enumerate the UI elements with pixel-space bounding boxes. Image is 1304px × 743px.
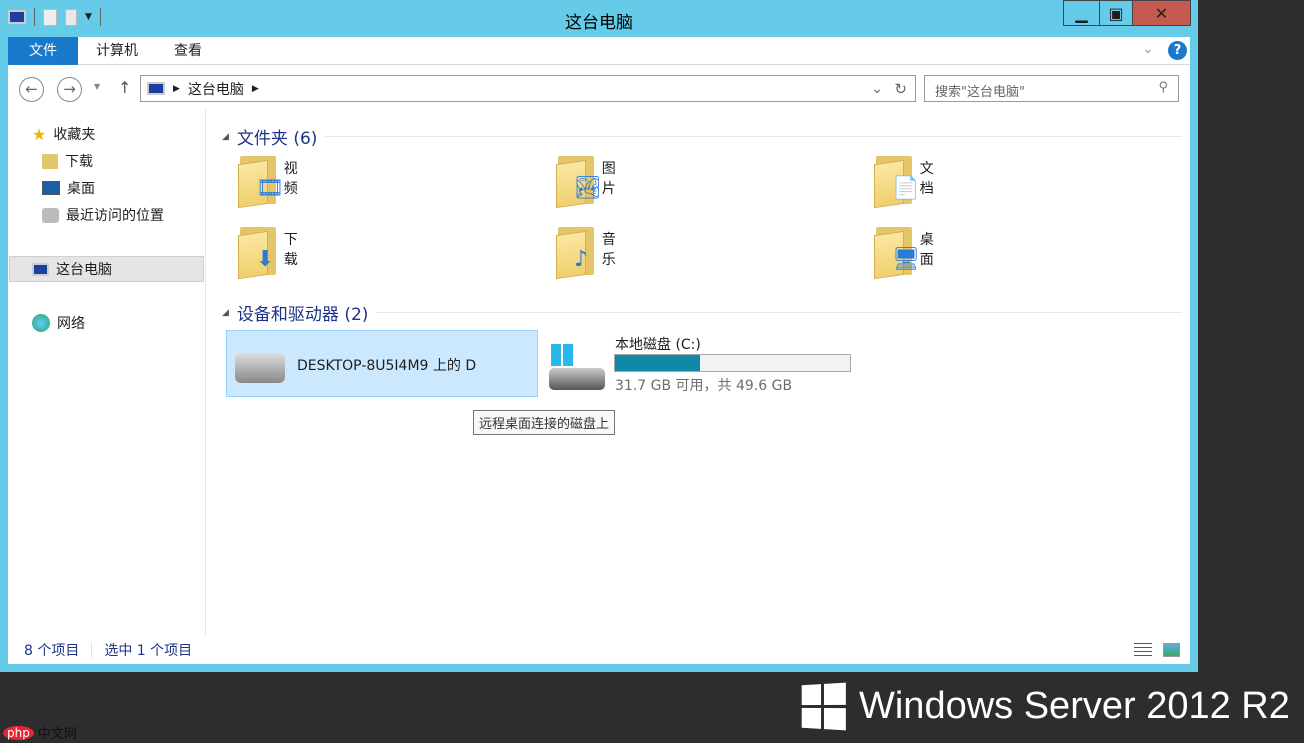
folder-label: 视频 [283, 161, 298, 197]
folder-label: 文档 [919, 161, 934, 197]
item-count: 8 个项目 [24, 643, 80, 659]
disk-usage-fill [615, 355, 700, 371]
folder-label: 下载 [283, 232, 298, 268]
folder-label: 音乐 [601, 232, 616, 268]
folder-film[interactable]: 🎞 视频 [238, 150, 306, 209]
search-input[interactable]: 搜索"这台电脑" ⚲ [924, 75, 1179, 102]
disk-usage-bar [614, 354, 851, 372]
star-icon: ★ [32, 124, 47, 144]
tab-file[interactable]: 文件 [8, 36, 78, 65]
forward-button[interactable]: → [57, 77, 82, 102]
network-icon [32, 314, 50, 332]
film-icon: 🎞 [256, 176, 284, 201]
large-icons-view-icon[interactable] [1163, 643, 1180, 657]
folder-icon: 🏞 [556, 150, 602, 209]
tooltip: 远程桌面连接的磁盘上 [473, 410, 616, 435]
nav-downloads[interactable]: 下载 [42, 149, 93, 173]
remote-drive-d[interactable]: DESKTOP-8U5I4M9 上的 D [226, 330, 538, 397]
down-arrow-icon: ⬇ [256, 247, 275, 272]
folder-picture[interactable]: 🏞 图片 [556, 150, 624, 209]
explorer-window: ▼ 这台电脑 ▁ ▣ ✕ 文件 计算机 查看 ⌄ ? ← → ▼ ↑ ▶ 这台电… [0, 0, 1198, 672]
refresh-icon[interactable]: ↻ [894, 80, 907, 98]
nav-network[interactable]: 网络 [32, 311, 85, 335]
folder-icon: ⬇ [238, 221, 276, 280]
nav-favorites[interactable]: ★ 收藏夹 [32, 122, 95, 146]
status-bar: 8 个项目 选中 1 个项目 [8, 636, 1190, 664]
folders-group-header[interactable]: ◢ 文件夹 (6) [222, 124, 1182, 149]
desktop-icon [42, 181, 60, 195]
nav-label: 这台电脑 [56, 262, 112, 278]
window-title: 这台电脑 [565, 13, 633, 33]
selected-count: 选中 1 个项目 [104, 643, 193, 659]
windows-server-branding: Windows Server 2012 R2 [800, 682, 1290, 731]
disk-free-text: 31.7 GB 可用，共 49.6 GB [615, 378, 793, 394]
recent-places-icon [42, 207, 59, 223]
folder-label: 桌面 [919, 232, 934, 268]
minimize-button[interactable]: ▁ [1063, 0, 1100, 26]
watermark: php 中文网 [3, 723, 77, 742]
folder-icon: 🖥 [874, 221, 920, 280]
folder-desktop[interactable]: 🖥 桌面 [874, 221, 942, 280]
details-view-icon[interactable] [1134, 642, 1152, 658]
ribbon-tabs: 文件 计算机 查看 ⌄ ? [8, 36, 1190, 65]
picture-icon: 🏞 [574, 176, 602, 201]
music-note-icon: ♪ [574, 247, 589, 272]
search-placeholder: 搜索"这台电脑" [935, 85, 1025, 100]
nav-label: 下载 [65, 154, 93, 170]
navigation-pane: ★ 收藏夹 下载 桌面 最近访问的位置 这台电脑 网络 [8, 109, 206, 636]
remote-drive-label: DESKTOP-8U5I4M9 上的 D [297, 358, 477, 374]
brand-text: Windows Server 2012 R2 [859, 685, 1290, 727]
folder-document[interactable]: 📄 文档 [874, 150, 942, 209]
close-button[interactable]: ✕ [1132, 0, 1191, 26]
group-title: 文件夹 (6) [236, 129, 318, 149]
address-path[interactable]: 这台电脑 [188, 79, 244, 99]
computer-icon [32, 262, 49, 276]
folder-label: 图片 [601, 161, 616, 197]
group-title: 设备和驱动器 (2) [236, 305, 369, 325]
address-bar[interactable]: ▶ 这台电脑 ▶ ⌄ ↻ [140, 75, 916, 102]
nav-label: 桌面 [67, 181, 95, 197]
folder-icon: ♪ [556, 221, 594, 280]
nav-label: 最近访问的位置 [66, 208, 164, 224]
back-button[interactable]: ← [19, 77, 44, 102]
help-icon[interactable]: ? [1168, 41, 1187, 60]
nav-recent-places[interactable]: 最近访问的位置 [42, 203, 164, 227]
nav-label: 网络 [57, 316, 85, 332]
tab-computer[interactable]: 计算机 [78, 37, 156, 65]
local-disk-label: 本地磁盘 (C:) [615, 337, 701, 353]
computer-icon [147, 82, 165, 95]
folder-down-arrow[interactable]: ⬇ 下载 [238, 221, 306, 280]
local-disk-c[interactable]: 本地磁盘 (C:) 31.7 GB 可用，共 49.6 GB [547, 334, 857, 394]
recent-dropdown-icon[interactable]: ▼ [94, 82, 100, 91]
document-icon: 📄 [892, 176, 920, 201]
nav-this-pc[interactable]: 这台电脑 [9, 256, 204, 282]
address-dropdown-icon[interactable]: ⌄ [871, 81, 883, 97]
network-drive-icon [235, 353, 285, 383]
nav-desktop[interactable]: 桌面 [42, 176, 95, 200]
folder-icon: 🎞 [238, 150, 284, 209]
folder-music-note[interactable]: ♪ 音乐 [556, 221, 624, 280]
tab-view[interactable]: 查看 [156, 37, 220, 65]
nav-label: 收藏夹 [53, 127, 96, 143]
folder-icon: 📄 [874, 150, 919, 209]
desktop-icon: 🖥 [892, 247, 920, 272]
downloads-icon [42, 153, 58, 169]
windows-drive-icon [549, 344, 605, 390]
devices-group-header[interactable]: ◢ 设备和驱动器 (2) [222, 300, 1182, 325]
title-bar: ▼ 这台电脑 ▁ ▣ ✕ [0, 0, 1198, 36]
navigation-bar: ← → ▼ ↑ ▶ 这台电脑 ▶ ⌄ ↻ 搜索"这台电脑" ⚲ [8, 73, 1190, 105]
windows-logo-icon [801, 682, 846, 731]
search-icon: ⚲ [1158, 80, 1168, 95]
up-button[interactable]: ↑ [118, 78, 131, 97]
maximize-button[interactable]: ▣ [1099, 0, 1133, 26]
expand-ribbon-icon[interactable]: ⌄ [1142, 41, 1154, 57]
